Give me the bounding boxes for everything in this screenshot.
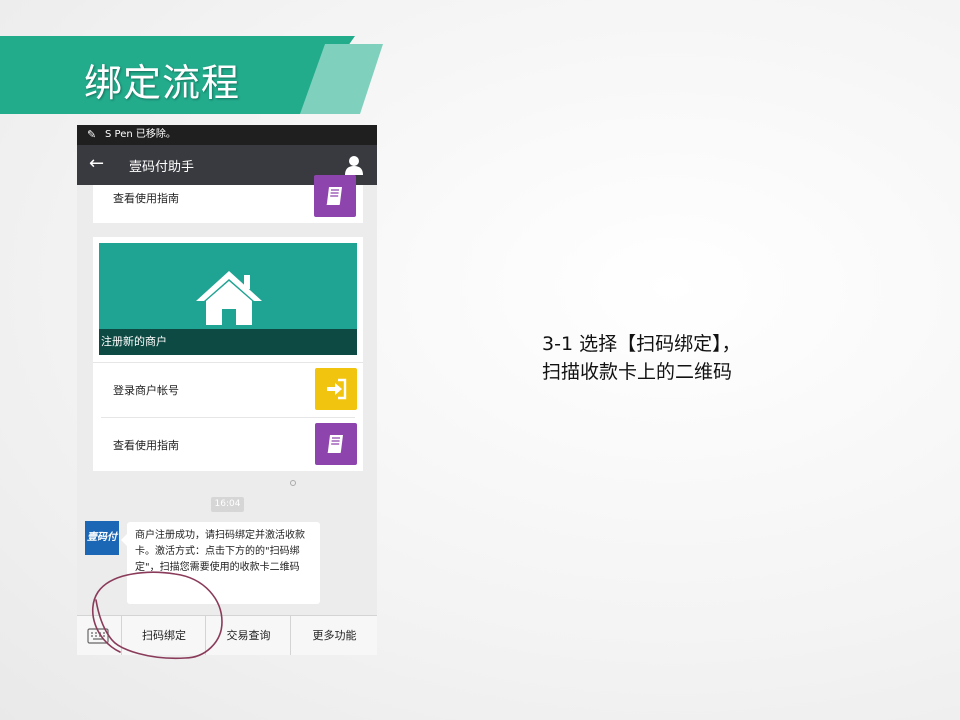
banner-caption: 注册新的商户 [99,329,357,355]
status-bar: ✎ S Pen 已移除。 [77,125,377,145]
chat-title: 壹码付助手 [129,160,195,175]
home-icon [196,271,262,325]
phone-screen: ✎ S Pen 已移除。 ← 壹码付助手 查看使用指南 注册新的商户 登录商户帐… [77,125,377,655]
message-timestamp: 16:04 [211,497,244,512]
menu-card: 注册新的商户 登录商户帐号 查看使用指南 [93,237,363,471]
login-tile [315,368,357,410]
guide-label-top: 查看使用指南 [113,192,179,205]
login-row[interactable]: 登录商户帐号 [93,363,363,415]
register-banner[interactable]: 注册新的商户 [99,243,357,355]
guide-row[interactable]: 查看使用指南 [93,418,363,470]
keyboard-icon[interactable] [87,628,109,644]
menu-transaction-query[interactable]: 交易查询 [205,616,291,655]
menu-more-functions[interactable]: 更多功能 [290,616,377,655]
slide-title: 绑定流程 [84,61,241,105]
message-bubble: 商户注册成功，请扫码绑定并激活收款卡。激活方式：点击下方的的"扫码绑定"，扫描您… [121,522,320,604]
menu-scan-bind[interactable]: 扫码绑定 [121,616,206,655]
step-description: 3-1 选择【扫码绑定】， 扫描收款卡上的二维码 [542,330,741,386]
description-line-2: 扫描收款卡上的二维码 [542,361,733,383]
pen-icon: ✎ [87,128,97,141]
sign-in-icon [327,378,347,400]
book-icon [327,435,343,453]
avatar[interactable]: 壹码付 [85,521,119,555]
guide-label: 查看使用指南 [113,439,179,452]
guide-tile [315,423,357,465]
book-icon [326,187,342,205]
status-text: S Pen 已移除。 [105,129,176,140]
guide-card-top[interactable]: 查看使用指南 [93,175,363,223]
bottom-menu-bar: 扫码绑定 交易查询 更多功能 [77,615,377,655]
description-line-1: 3-1 选择【扫码绑定】， [542,333,741,355]
user-icon[interactable] [345,155,363,175]
login-label: 登录商户帐号 [113,384,179,397]
book-tile-top [314,175,356,217]
back-arrow-icon[interactable]: ← [89,153,104,174]
page-indicator-dot [290,480,296,486]
